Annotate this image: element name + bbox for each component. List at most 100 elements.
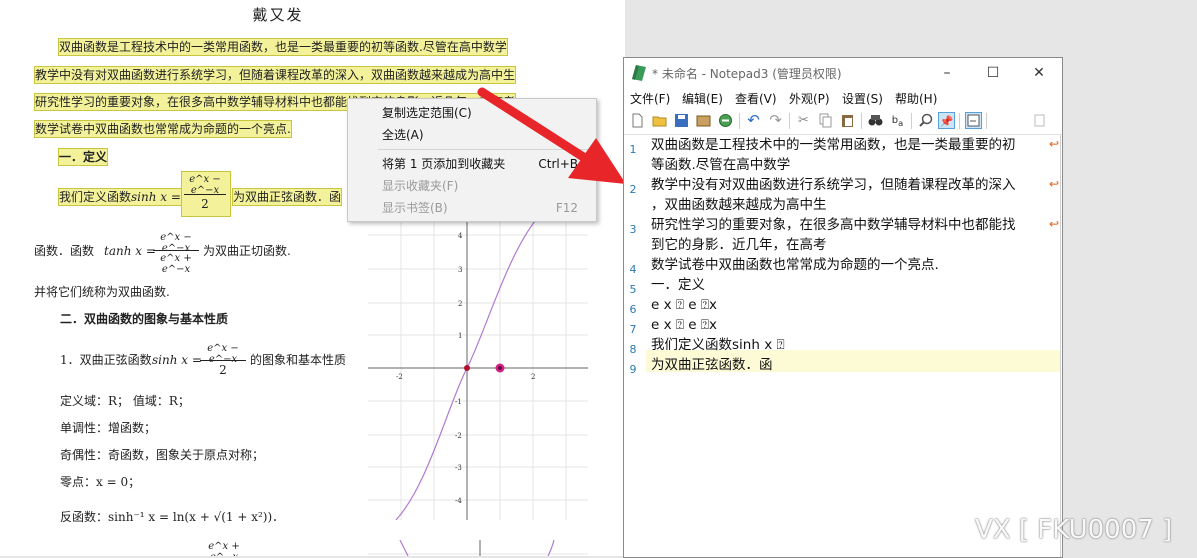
- y-tick-4: 4: [458, 232, 463, 240]
- def-prefix: 我们定义函数: [59, 190, 132, 204]
- menu-copy-selection[interactable]: 复制选定范围(C): [382, 103, 472, 123]
- window-title: * 未命名 - Notepad3 (管理员权限): [652, 67, 842, 81]
- def-func: sinh x =: [131, 190, 181, 204]
- def-line[interactable]: 我们定义函数sinh x =: [58, 188, 182, 206]
- cut-icon[interactable]: ✂: [795, 112, 812, 129]
- new-file-icon[interactable]: [629, 112, 646, 129]
- para-line-4[interactable]: 数学试卷中双曲函数也常常成为命题的一个亮点.: [34, 120, 292, 138]
- tanh-fraction-bar: [153, 250, 199, 251]
- minimize-button[interactable]: –: [924, 58, 970, 88]
- toolbar: ↶ ↷ ✂ ba 📌: [624, 108, 1062, 135]
- copy-icon[interactable]: [817, 112, 834, 129]
- toolbar-separator: [861, 113, 862, 129]
- red-arrow-annotation: [477, 87, 626, 184]
- code-line-1a: 双曲函数是工程技术中的一类常用函数，也是一类最重要的初: [651, 137, 1016, 153]
- line-number-2: 2: [629, 183, 637, 196]
- wrap-indicator-icon: ↩: [1049, 177, 1060, 191]
- toolbar-separator: [739, 113, 740, 129]
- domain-range-line: 定义域：R； 值域：R；: [60, 394, 190, 408]
- bottom-numerator: e^x + e^−x: [208, 541, 240, 556]
- code-line-2a: 教学中没有对双曲函数进行系统学习，但随着课程改革的深入: [651, 177, 1016, 193]
- x-tick-2: 2: [531, 373, 536, 381]
- exit-icon[interactable]: [1031, 112, 1048, 129]
- parity-line: 奇偶性：奇函数，图象关于原点对称；: [60, 448, 265, 462]
- y-tick-1: 1: [458, 332, 463, 340]
- code-line-3b: 到它的身影．近几年，在高考: [651, 237, 827, 253]
- code-line-7: e x ⍰ e ⍰x: [651, 317, 717, 333]
- def-numerator: e^x − e^−x: [189, 174, 221, 196]
- word-wrap-icon[interactable]: [965, 112, 982, 129]
- toolbar-separator: [911, 113, 912, 129]
- para-line-1[interactable]: 双曲函数是工程技术中的一类常用函数，也是一类最重要的初等函数.尽管在高中数学: [58, 38, 508, 56]
- save-as-icon[interactable]: [695, 112, 712, 129]
- tanh-func: tanh x =: [104, 244, 156, 258]
- inverse-line: 反函数：sinh⁻¹ x = ln(x + √(1 + x²))．: [60, 510, 285, 524]
- section-definition[interactable]: 一．定义: [58, 148, 109, 166]
- save-icon[interactable]: [673, 112, 690, 129]
- tanh-suffix: 为双曲正切函数.: [203, 244, 291, 258]
- para-line-2[interactable]: 教学中没有对双曲函数进行系统学习，但随着课程改革的深入，双曲函数越来越成为高中生: [34, 66, 517, 84]
- arrow-head: [568, 138, 626, 184]
- doc-author: 戴又发: [252, 6, 304, 24]
- menu-edit[interactable]: 编辑(E): [682, 90, 723, 107]
- shortcut-f12: F12: [555, 201, 578, 215]
- item1-numerator: e^x − e^−x: [207, 343, 239, 365]
- line-number-4: 4: [629, 263, 637, 276]
- find-binoculars-icon[interactable]: [867, 112, 884, 129]
- title-bar[interactable]: * 未命名 - Notepad3 (管理员权限) – ☐ ✕: [624, 58, 1062, 88]
- menu-file[interactable]: 文件(F): [630, 90, 670, 107]
- toolbar-separator: [789, 113, 790, 129]
- line-number-8: 8: [629, 343, 637, 356]
- open-folder-icon[interactable]: [651, 112, 668, 129]
- sinh-graph: [368, 215, 588, 520]
- y-tick-neg4: -4: [455, 497, 462, 505]
- code-line-8: 我们定义函数sinh x ⍰: [651, 337, 785, 353]
- menu-settings[interactable]: 设置(S): [842, 90, 883, 107]
- line-number-1: 1: [629, 143, 637, 156]
- menu-appearance[interactable]: 外观(P): [789, 90, 830, 107]
- wrap-indicator-icon: ↩: [1049, 137, 1060, 151]
- replace-icon[interactable]: ba: [889, 112, 906, 129]
- item1-suffix: 的图象和基本性质: [250, 353, 347, 367]
- monotonicity-line: 单调性：增函数；: [60, 421, 157, 435]
- item1-denominator: 2: [219, 363, 227, 377]
- browse-icon[interactable]: [717, 112, 734, 129]
- unify-line: 并将它们统称为双曲函数.: [34, 285, 170, 299]
- toolbar-separator: [986, 113, 987, 129]
- watermark: VX [ FKU0007 ]: [975, 515, 1173, 545]
- def-denominator: 2: [201, 197, 209, 211]
- menu-select-all[interactable]: 全选(A): [382, 125, 424, 145]
- y-tick-2: 2: [458, 300, 463, 308]
- def-suffix[interactable]: 为双曲正弦函数．函: [232, 188, 343, 206]
- code-line-3a: 研究性学习的重要对象，在很多高中数学辅导材料中也都能找: [651, 217, 1016, 233]
- y-tick-3: 3: [458, 266, 463, 274]
- second-graph-top: [368, 540, 588, 556]
- line-number-3: 3: [629, 223, 637, 236]
- menu-view[interactable]: 查看(V): [735, 90, 777, 107]
- pin-icon[interactable]: 📌: [938, 112, 955, 129]
- wrap-indicator-icon: ↩: [1049, 217, 1060, 231]
- menu-show-bookmarks[interactable]: 显示书签(B): [382, 198, 448, 218]
- tanh-denominator: e^x + e^−x: [160, 253, 192, 275]
- menu-show-favorites[interactable]: 显示收藏夹(F): [382, 176, 458, 196]
- item1-fraction-bar: [200, 360, 246, 361]
- paste-icon[interactable]: [839, 112, 856, 129]
- text-editor[interactable]: 1 2 3 4 5 6 7 8 9 双曲函数是工程技术中的一类常用函数，也是一类…: [624, 135, 1062, 557]
- close-button[interactable]: ✕: [1016, 58, 1062, 88]
- code-line-4: 数学试卷中双曲函数也常常成为命题的一个亮点.: [651, 257, 939, 273]
- tanh-prefix: 函数．函数: [34, 244, 95, 258]
- menu-bar: 文件(F) 编辑(E) 查看(V) 外观(P) 设置(S) 帮助(H): [624, 88, 1062, 108]
- maximize-button[interactable]: ☐: [970, 58, 1016, 88]
- x-tick-neg2: -2: [396, 373, 403, 381]
- y-tick-neg3: -3: [455, 464, 462, 472]
- y-tick-neg2: -2: [455, 432, 462, 440]
- zero-line: 零点：x = 0；: [60, 475, 141, 489]
- line-number-5: 5: [629, 283, 637, 296]
- toolbar-separator: [959, 113, 960, 129]
- redo-icon[interactable]: ↷: [767, 112, 784, 129]
- def-fraction-bar: [184, 194, 226, 195]
- zoom-icon[interactable]: [917, 112, 934, 129]
- arrow-shaft: [477, 87, 593, 165]
- undo-icon[interactable]: ↶: [745, 112, 762, 129]
- menu-help[interactable]: 帮助(H): [895, 90, 937, 107]
